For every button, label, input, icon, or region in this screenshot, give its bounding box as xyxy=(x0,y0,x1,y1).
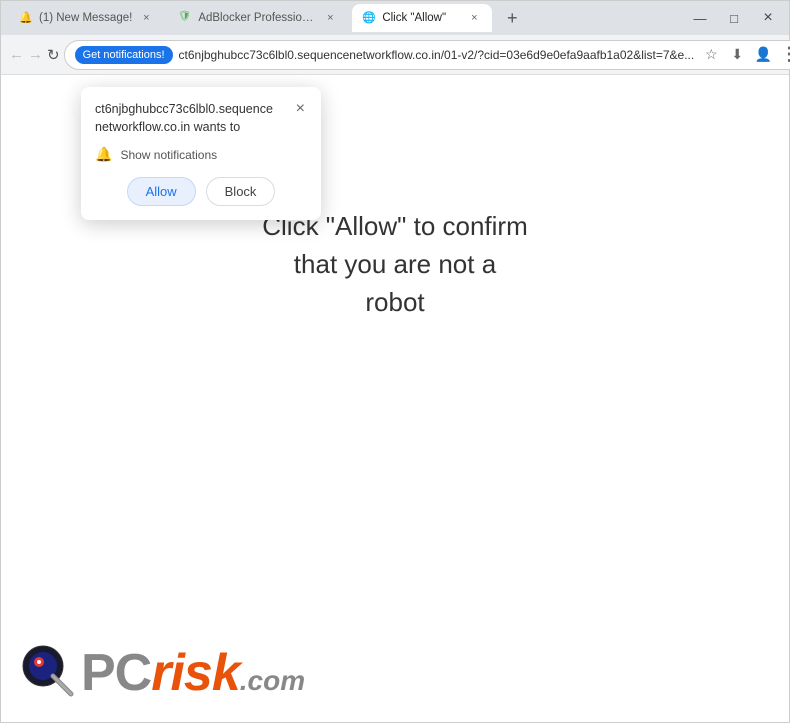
logo-icon xyxy=(19,642,81,704)
get-notifications-badge[interactable]: Get notifications! xyxy=(75,46,173,64)
forward-button[interactable]: → xyxy=(28,40,43,70)
bell-icon: 🔔 xyxy=(95,146,112,163)
browser-window: 🔔 (1) New Message! × 🛡 AdBlocker Profess… xyxy=(0,0,790,723)
minimize-button[interactable]: — xyxy=(687,5,713,31)
back-button[interactable]: ← xyxy=(9,40,24,70)
tab-favicon-shield: 🛡 xyxy=(178,11,192,25)
download-icon[interactable]: ⬇ xyxy=(726,44,748,66)
popup-site-name: ct6njbghubcc73c6lbl0.sequence networkflo… xyxy=(95,101,273,136)
tab-label-new-message: (1) New Message! xyxy=(39,12,132,24)
tab-click-allow[interactable]: 🌐 Click "Allow" × xyxy=(352,4,492,32)
menu-icon[interactable]: ⋮ xyxy=(778,44,790,66)
tab-label-click-allow: Click "Allow" xyxy=(382,12,460,24)
popup-buttons: Allow Block xyxy=(95,177,307,206)
tab-label-adblocker: AdBlocker Professional xyxy=(198,12,316,24)
logo-com-text: .com xyxy=(240,667,305,695)
new-tab-button[interactable]: + xyxy=(498,4,526,32)
address-bar: Get notifications! ct6njbghubcc73c6lbl0.… xyxy=(64,40,790,70)
logo-risk-text: risk xyxy=(151,647,240,699)
tab-favicon-bell: 🔔 xyxy=(19,11,33,25)
tab-close-adblocker[interactable]: × xyxy=(322,10,338,26)
close-button[interactable]: × xyxy=(755,5,781,31)
bookmark-icon[interactable]: ☆ xyxy=(700,44,722,66)
logo-text-group: PC risk .com xyxy=(81,647,305,699)
allow-button[interactable]: Allow xyxy=(127,177,196,206)
nav-bar: ← → ↻ Get notifications! ct6njbghubcc73c… xyxy=(1,35,789,75)
footer-logo: PC risk .com xyxy=(19,642,305,704)
tab-close-new-message[interactable]: × xyxy=(138,10,154,26)
url-display: ct6njbghubcc73c6lbl0.sequencenetworkflow… xyxy=(179,48,695,62)
block-button[interactable]: Block xyxy=(206,177,276,206)
page-content: ct6njbghubcc73c6lbl0.sequence networkflo… xyxy=(1,75,789,722)
maximize-button[interactable]: □ xyxy=(721,5,747,31)
window-controls: — □ × xyxy=(687,5,781,31)
reload-button[interactable]: ↻ xyxy=(47,40,60,70)
tab-close-click-allow[interactable]: × xyxy=(466,10,482,26)
popup-close-button[interactable]: × xyxy=(294,101,307,117)
logo-pc-text: PC xyxy=(81,647,151,699)
main-message: Click "Allow" to confirm that you are no… xyxy=(262,208,528,321)
account-icon[interactable]: 👤 xyxy=(752,44,774,66)
popup-notification-row: 🔔 Show notifications xyxy=(95,146,307,163)
message-line3: robot xyxy=(365,287,424,317)
notification-popup: ct6njbghubcc73c6lbl0.sequence networkflo… xyxy=(81,87,321,220)
tab-adblocker[interactable]: 🛡 AdBlocker Professional × xyxy=(168,4,348,32)
title-bar: 🔔 (1) New Message! × 🛡 AdBlocker Profess… xyxy=(1,1,789,35)
show-notifications-label: Show notifications xyxy=(120,148,217,162)
tab-favicon-page: 🌐 xyxy=(362,11,376,25)
popup-header: ct6njbghubcc73c6lbl0.sequence networkflo… xyxy=(95,101,307,136)
tab-new-message[interactable]: 🔔 (1) New Message! × xyxy=(9,4,164,32)
message-line2: that you are not a xyxy=(294,249,496,279)
address-icons: ☆ ⬇ 👤 ⋮ xyxy=(700,44,790,66)
